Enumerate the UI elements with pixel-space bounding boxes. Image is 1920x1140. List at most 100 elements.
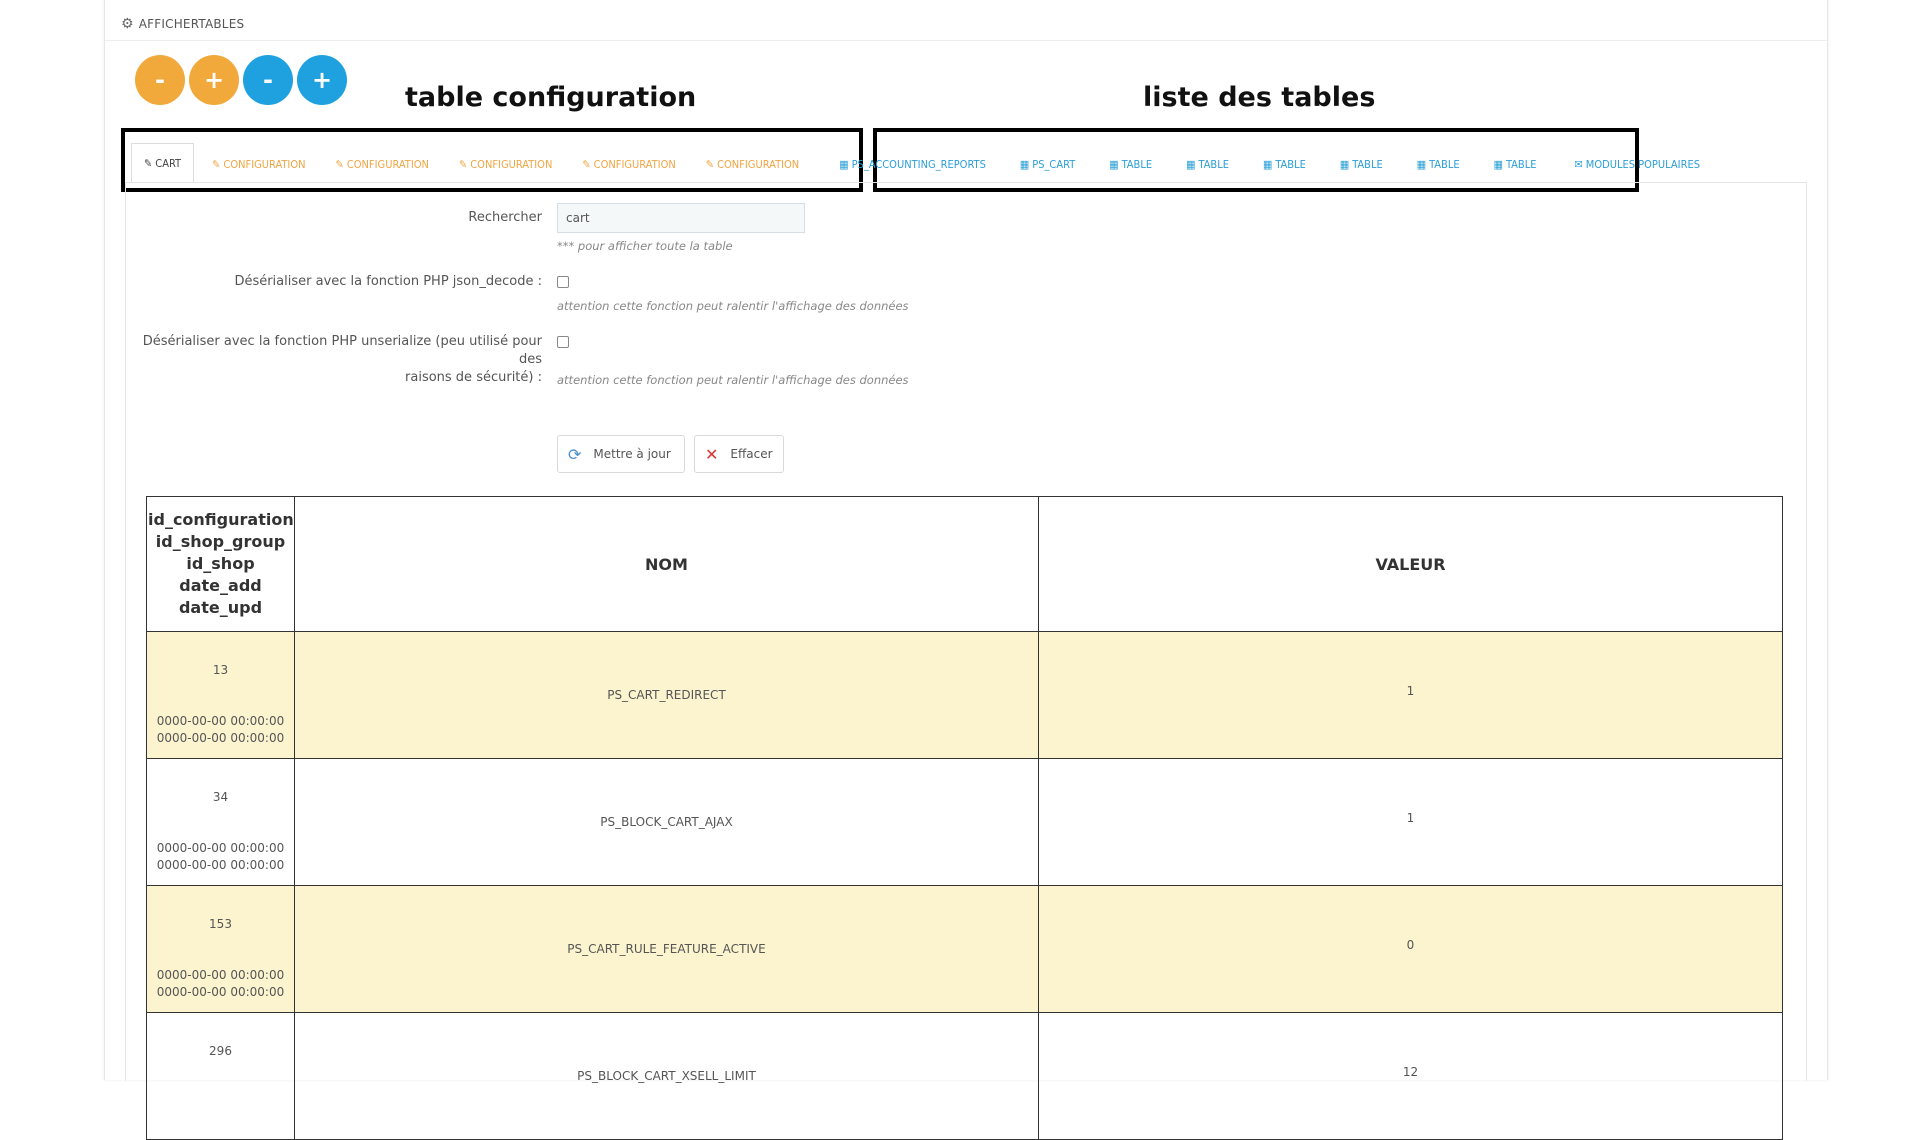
unserialize-label-line-1: Désérialiser avec la fonction PHP unseri… xyxy=(142,334,542,367)
table-icon: ▦ xyxy=(1339,157,1350,171)
row-nom: PS_CART_REDIRECT xyxy=(294,631,1039,759)
table-row: 153 0000-00-00 00:00:00 0000-00-00 00:00… xyxy=(146,885,1783,1013)
row-valeur: 1 xyxy=(1038,631,1783,759)
tab-table-5[interactable]: ▦ TABLE xyxy=(1405,146,1472,182)
header-id-shop: id_shop xyxy=(186,554,255,573)
row-id: 13 xyxy=(212,663,229,677)
clear-button-label: Effacer xyxy=(730,447,773,461)
wrench-icon: ✎ xyxy=(458,157,468,171)
clear-button[interactable]: ✕ Effacer xyxy=(694,435,784,473)
row-valeur-text: 1 xyxy=(1406,811,1415,825)
row-date-upd: 0000-00-00 00:00:00 xyxy=(156,731,285,745)
tab-configuration-1[interactable]: ✎ CONFIGURATION xyxy=(200,146,317,182)
unserialize-checkbox[interactable] xyxy=(557,336,569,348)
table-icon: ▦ xyxy=(1416,157,1427,171)
action-buttons: - + - + xyxy=(135,55,347,105)
table-row: 34 0000-00-00 00:00:00 0000-00-00 00:00:… xyxy=(146,758,1783,886)
tab-configuration-2[interactable]: ✎ CONFIGURATION xyxy=(324,146,441,182)
row-valeur: 12 xyxy=(1038,1012,1783,1140)
tab-ps-accounting-reports[interactable]: ▦ PS_ACCOUNTING_REPORTS xyxy=(827,146,998,182)
tab-label: CONFIGURATION xyxy=(470,157,553,171)
row-nom: PS_BLOCK_CART_AJAX xyxy=(294,758,1039,886)
row-valeur-text: 12 xyxy=(1402,1065,1419,1079)
row-id: 153 xyxy=(209,917,232,931)
wrench-icon: ✎ xyxy=(212,157,221,171)
refresh-icon: ⟳ xyxy=(568,444,582,464)
header-ids: id_configuration id_shop_group id_shop d… xyxy=(146,496,295,632)
row-valeur-text: 1 xyxy=(1406,684,1415,698)
row-id-cell: 13 0000-00-00 00:00:00 0000-00-00 00:00:… xyxy=(146,631,295,759)
wrench-icon: ✎ xyxy=(335,157,344,171)
header-valeur: VALEUR xyxy=(1038,496,1783,632)
table-icon: ▦ xyxy=(1109,157,1119,171)
tab-table-4[interactable]: ▦ TABLE xyxy=(1328,146,1395,182)
unserialize-help-text: attention cette fonction peut ralentir l… xyxy=(557,373,909,387)
update-button[interactable]: ⟳ Mettre à jour xyxy=(557,435,685,473)
tab-label: TABLE xyxy=(1505,157,1537,171)
header-date-add: date_add xyxy=(179,576,262,595)
tab-label: CONFIGURATION xyxy=(223,157,306,171)
main-panel: ⚙ AFFICHERTABLES - + - + table configura… xyxy=(104,0,1828,1140)
tab-ps-cart[interactable]: ▦ PS_CART xyxy=(1008,146,1087,182)
table-row: 296 PS_BLOCK_CART_XSELL_LIMIT 12 xyxy=(146,1012,1783,1140)
row-id-cell: 34 0000-00-00 00:00:00 0000-00-00 00:00:… xyxy=(146,758,295,886)
row-date-add: 0000-00-00 00:00:00 xyxy=(156,968,285,982)
panel-title: AFFICHERTABLES xyxy=(138,17,245,31)
json-decode-help-text: attention cette fonction peut ralentir l… xyxy=(557,299,909,313)
row-id: 34 xyxy=(212,790,229,804)
tab-configuration-5[interactable]: ✎ CONFIGURATION xyxy=(694,146,811,182)
blue-minus-button[interactable]: - xyxy=(243,55,293,105)
row-date-upd: 0000-00-00 00:00:00 xyxy=(156,858,285,872)
orange-minus-button[interactable]: - xyxy=(135,55,185,105)
cogs-icon: ⚙ xyxy=(121,16,134,32)
tab-modules-populaires[interactable]: ✉ MODULES POPULAIRES xyxy=(1562,146,1712,182)
unserialize-label-line-2: raisons de sécurité) : xyxy=(405,370,542,385)
row-valeur: 0 xyxy=(1038,885,1783,1013)
row-id-cell: 296 xyxy=(146,1012,295,1140)
tab-table-2[interactable]: ▦ TABLE xyxy=(1174,146,1241,182)
row-valeur-text: 0 xyxy=(1406,938,1415,952)
blue-plus-button[interactable]: + xyxy=(297,55,347,105)
header-nom: NOM xyxy=(294,496,1039,632)
tab-cart[interactable]: ✎ CART xyxy=(131,143,195,182)
annotation-liste-des-tables: liste des tables xyxy=(1143,82,1376,113)
tab-label: TABLE xyxy=(1121,157,1153,171)
table-header-row: id_configuration id_shop_group id_shop d… xyxy=(146,496,1783,632)
search-help-text: *** pour afficher toute la table xyxy=(557,239,733,253)
table-icon: ▦ xyxy=(1019,157,1030,171)
row-id: 296 xyxy=(209,1044,232,1058)
tab-label: PS_CART xyxy=(1032,157,1076,171)
tab-table-3[interactable]: ▦ TABLE xyxy=(1251,146,1318,182)
close-icon: ✕ xyxy=(705,444,719,464)
table-icon: ▦ xyxy=(1493,157,1503,171)
tab-label: MODULES POPULAIRES xyxy=(1585,157,1700,171)
unserialize-label: Désérialiser avec la fonction PHP unseri… xyxy=(126,333,542,387)
update-button-label: Mettre à jour xyxy=(593,447,671,461)
orange-plus-button[interactable]: + xyxy=(189,55,239,105)
tab-table-1[interactable]: ▦ TABLE xyxy=(1097,146,1164,182)
tab-label: TABLE xyxy=(1198,157,1229,171)
wrench-icon: ✎ xyxy=(582,157,591,171)
tab-table-6[interactable]: ▦ TABLE xyxy=(1482,146,1549,182)
row-date-add: 0000-00-00 00:00:00 xyxy=(156,841,285,855)
tab-label: CONFIGURATION xyxy=(346,157,429,171)
json-decode-checkbox[interactable] xyxy=(557,276,569,288)
row-id-cell: 153 0000-00-00 00:00:00 0000-00-00 00:00… xyxy=(146,885,295,1013)
search-input[interactable] xyxy=(557,203,805,233)
row-date-add: 0000-00-00 00:00:00 xyxy=(156,714,285,728)
tab-label: CONFIGURATION xyxy=(593,157,676,171)
tab-bar: ✎ CART ✎ CONFIGURATION ✎ CONFIGURATION ✎… xyxy=(131,142,1712,182)
row-nom: PS_BLOCK_CART_XSELL_LIMIT xyxy=(294,1012,1039,1140)
tab-label: TABLE xyxy=(1352,157,1383,171)
tab-configuration-3[interactable]: ✎ CONFIGURATION xyxy=(447,146,564,182)
tab-configuration-4[interactable]: ✎ CONFIGURATION xyxy=(570,146,687,182)
tab-label: PS_ACCOUNTING_REPORTS xyxy=(851,157,986,171)
json-decode-label: Désérialiser avec la fonction PHP json_d… xyxy=(234,274,542,289)
row-nom: PS_CART_RULE_FEATURE_ACTIVE xyxy=(294,885,1039,1013)
table-icon: ▦ xyxy=(1262,157,1273,171)
search-label: Rechercher xyxy=(468,210,542,225)
form-area: Rechercher *** pour afficher toute la ta… xyxy=(125,182,1807,1140)
panel-header: ⚙ AFFICHERTABLES xyxy=(105,8,1827,41)
header-date-upd: date_upd xyxy=(178,598,263,617)
config-table: id_configuration id_shop_group id_shop d… xyxy=(146,496,1783,1140)
